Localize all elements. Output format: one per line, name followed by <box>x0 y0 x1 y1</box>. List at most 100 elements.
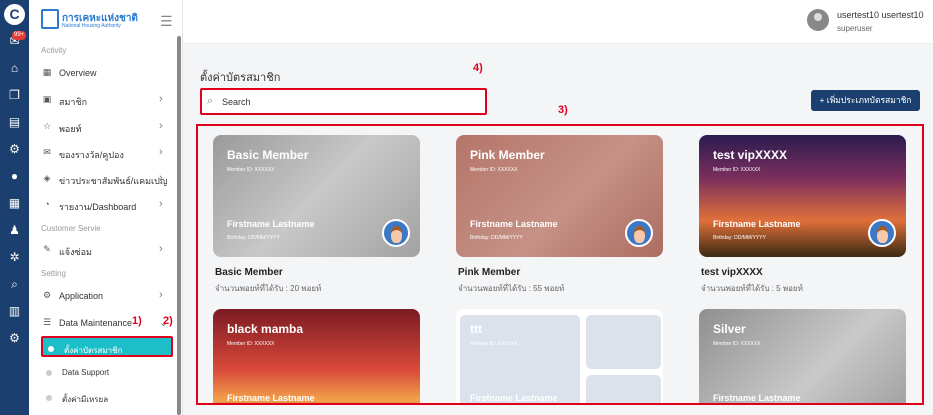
news-icon: ◈ <box>43 173 51 183</box>
gift-icon: ✉ <box>43 147 51 157</box>
sidebar-item-news[interactable]: ◈ ข่าวประชาสัมพันธ์/แคมเปญ › <box>29 169 177 189</box>
section-setting: Setting <box>41 269 66 278</box>
card-holder-name: Firstname Lastname <box>470 393 558 403</box>
group-icon[interactable]: ♟ <box>6 222 23 239</box>
chart-icon[interactable]: ▥ <box>6 303 23 320</box>
sidebar-item-data-maintenance[interactable]: ☰ Data Maintenance ⌄ <box>29 313 177 333</box>
card-title: ttt <box>470 322 482 336</box>
subitem-member-card-settings[interactable]: ตั้งค่าบัตรสมาชิก <box>41 336 173 357</box>
card-holder-name: Firstname Lastname <box>227 393 315 403</box>
card-member-id: Member ID: XXXXXX <box>227 167 275 173</box>
home-icon[interactable]: ⌂ <box>6 60 23 77</box>
card-type-name: Basic Member <box>215 267 283 278</box>
report-icon: ◔ <box>44 199 50 209</box>
icon-rail: C ✉ 99+ ⌂ ❐ ▤ ⚙ ● ▦ ♟ ✲ ⌕ ▥ ⚙ <box>0 0 29 415</box>
card-title: Basic Member <box>227 148 309 162</box>
sidebar-item-repair[interactable]: ✎ แจ้งซ่อม › <box>29 240 177 260</box>
subitem-data-support[interactable]: Data Support <box>41 362 173 383</box>
card-birthday: Birthday: DD/MM/YYYY <box>470 235 523 241</box>
star-icon: ☆ <box>42 121 52 131</box>
sidebar-item-members[interactable]: ▣ สมาชิก › <box>29 90 177 110</box>
wrench-icon: ✎ <box>43 244 51 254</box>
chevron-right-icon: › <box>159 289 163 301</box>
card-title: Silver <box>713 322 746 336</box>
member-icon: ▣ <box>42 94 52 104</box>
annotation-1: 1) <box>132 315 142 327</box>
card-member-id: Member ID: XXXXXX <box>470 341 518 347</box>
copy-icon[interactable]: ❐ <box>6 87 23 104</box>
bullet-icon <box>46 370 52 376</box>
settings-icon[interactable]: ⚙ <box>6 141 23 158</box>
subitem-medal-settings[interactable]: ตั้งค่ามีเหรยล <box>41 387 173 408</box>
user-avatar[interactable] <box>807 9 829 31</box>
cogs-icon[interactable]: ⚙ <box>6 330 23 347</box>
sidebar-item-rewards[interactable]: ✉ ของรางวัล/คูปอง › <box>29 143 177 163</box>
search-icon[interactable]: ⌕ <box>6 276 23 293</box>
sidebar-item-points[interactable]: ☆ พอยท์ › <box>29 117 177 137</box>
notification-badge: 99+ <box>12 31 27 40</box>
card-type-name: test vipXXXX <box>701 267 763 278</box>
member-card[interactable]: Basic Member Member ID: XXXXXX Firstname… <box>213 135 420 257</box>
card-points: จำนวนพอยท์ที่ได้รับ : 5 พอยท์ <box>701 284 803 293</box>
member-card[interactable]: Pink Member Member ID: XXXXXX Firstname … <box>456 135 663 257</box>
card-member-id: Member ID: XXXXXX <box>713 341 761 347</box>
bullet-icon <box>48 346 54 352</box>
member-card[interactable]: Silver Member ID: XXXXXX Firstname Lastn… <box>699 309 906 403</box>
card-holder-name: Firstname Lastname <box>470 219 558 229</box>
annotation-4: 4) <box>473 62 483 74</box>
search-box: ⌕ <box>200 88 487 115</box>
section-activity: Activity <box>41 46 67 55</box>
annotation-2: 2) <box>163 315 173 327</box>
card-avatar <box>868 219 896 247</box>
member-card[interactable]: ttt Member ID: XXXXXX Firstname Lastname <box>456 309 663 403</box>
chevron-right-icon: › <box>159 243 163 255</box>
chevron-right-icon: › <box>159 93 163 105</box>
card-avatar <box>625 219 653 247</box>
sliders-icon: ☰ <box>42 317 52 327</box>
card-title: black mamba <box>227 322 304 336</box>
hamburger-menu-icon[interactable]: ☰ <box>160 13 173 30</box>
add-member-card-type-button[interactable]: + เพิ่มประเภทบัตรสมาชิก <box>811 90 920 111</box>
user-icon[interactable]: ● <box>6 168 23 185</box>
topbar: usertest10 usertest10 superuser <box>183 0 933 44</box>
card-avatar <box>382 219 410 247</box>
search-input[interactable] <box>222 94 472 109</box>
card-birthday: Birthday: DD/MM/YYYY <box>713 235 766 241</box>
chevron-right-icon: › <box>159 146 163 158</box>
chevron-right-icon: › <box>159 198 163 210</box>
card-member-id: Member ID: XXXXXX <box>713 167 761 173</box>
brand-name-en: National Housing Authority <box>62 23 121 29</box>
card-points: จำนวนพอยท์ที่ได้รับ : 20 พอยท์ <box>215 284 322 293</box>
annotation-3: 3) <box>558 104 568 116</box>
card-title: test vipXXXX <box>713 148 788 162</box>
card-pattern-block <box>586 315 661 369</box>
card-points: จำนวนพอยท์ที่ได้รับ : 55 พอยท์ <box>458 284 565 293</box>
card-birthday: Birthday: DD/MM/YYYY <box>227 235 280 241</box>
card-member-id: Member ID: XXXXXX <box>470 167 518 173</box>
sidebar-item-overview[interactable]: ▦ Overview <box>29 63 177 83</box>
member-card[interactable]: black mamba Member ID: XXXXXX Firstname … <box>213 309 420 403</box>
search-icon: ⌕ <box>207 95 214 107</box>
chevron-right-icon: › <box>159 120 163 132</box>
member-card-grid: Basic Member Member ID: XXXXXX Firstname… <box>196 124 924 405</box>
gear-icon[interactable]: ✲ <box>6 249 23 266</box>
document-icon[interactable]: ▤ <box>6 114 23 131</box>
app-logo-icon[interactable]: C <box>4 4 25 25</box>
bullet-icon <box>46 395 52 401</box>
section-customer-service: Customer Servie <box>41 224 101 233</box>
nha-logo-icon <box>41 9 59 29</box>
sidebar: การเคหะแห่งชาติ National Housing Authori… <box>29 0 183 415</box>
card-type-name: Pink Member <box>458 267 521 278</box>
card-member-id: Member ID: XXXXXX <box>227 341 275 347</box>
grid-icon: ▦ <box>42 67 52 77</box>
gear-icon: ⚙ <box>42 290 52 300</box>
dashboard-icon[interactable]: ▦ <box>6 195 23 212</box>
card-holder-name: Firstname Lastname <box>713 219 801 229</box>
user-role: superuser <box>837 24 873 33</box>
chevron-right-icon: › <box>159 172 163 184</box>
sidebar-scrollbar[interactable] <box>177 36 181 415</box>
user-name[interactable]: usertest10 usertest10 <box>837 10 924 20</box>
sidebar-item-report[interactable]: ◔ รายงาน/Dashboard › <box>29 195 177 215</box>
sidebar-item-application[interactable]: ⚙ Application › <box>29 286 177 306</box>
member-card[interactable]: test vipXXXX Member ID: XXXXXX Firstname… <box>699 135 906 257</box>
